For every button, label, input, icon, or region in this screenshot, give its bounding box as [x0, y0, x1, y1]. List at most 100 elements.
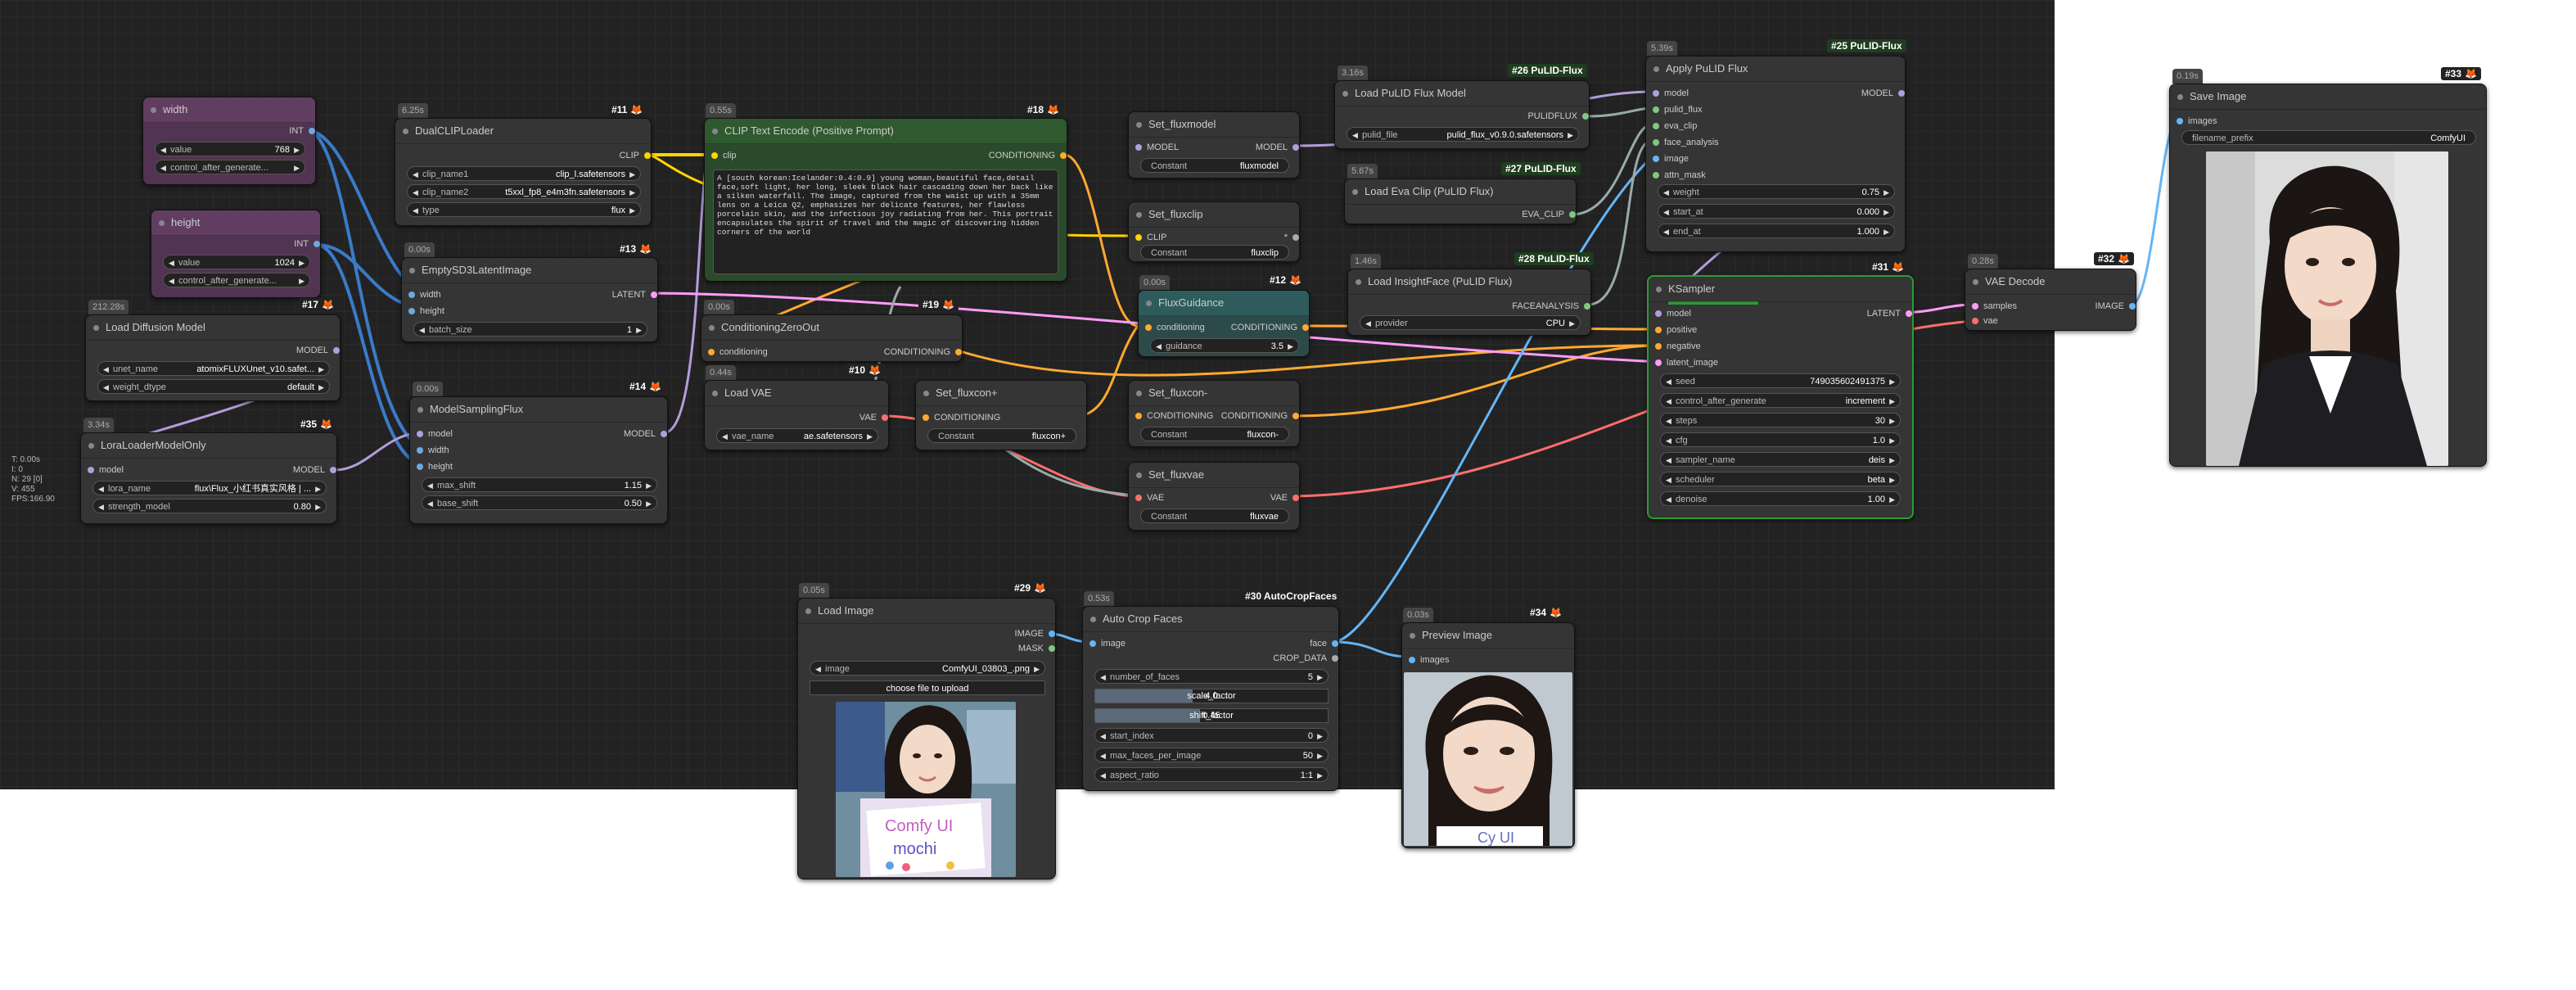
- input-conditioning[interactable]: conditioning: [1145, 320, 1205, 335]
- output-face[interactable]: face: [1270, 636, 1338, 651]
- node-title[interactable]: Preview Image: [1402, 623, 1574, 649]
- node-apply-pulid-flux[interactable]: Apply PuLID Flux model pulid_flux eva_cl…: [1645, 56, 1906, 252]
- node-auto-crop-faces[interactable]: Auto Crop Faces image face CROP_DATA ◀ nu…: [1082, 606, 1339, 791]
- node-title[interactable]: ModelSamplingFlux: [410, 397, 667, 423]
- collapse-dot[interactable]: [1653, 66, 1659, 72]
- input-model[interactable]: model: [1655, 306, 1691, 321]
- node-load-insightface[interactable]: Load InsightFace (PuLID Flux) FACEANALYS…: [1347, 269, 1591, 336]
- value-widget[interactable]: ◀ value 1024 ▶: [163, 255, 310, 269]
- input-clip[interactable]: CLIP: [1135, 230, 1166, 245]
- input-vae[interactable]: VAE: [1135, 490, 1164, 505]
- end-at-widget[interactable]: ◀ end_at 1.000 ▶: [1658, 224, 1895, 238]
- node-title[interactable]: VAE Decode: [1965, 269, 2136, 295]
- base-shift-widget[interactable]: ◀ base_shift 0.50 ▶: [422, 495, 657, 510]
- constant-widget[interactable]: Constant fluxcon+: [927, 428, 1076, 443]
- node-title[interactable]: CLIP Text Encode (Positive Prompt): [705, 119, 1067, 144]
- input-samples[interactable]: samples: [1972, 299, 2017, 314]
- pulid-file-widget[interactable]: ◀ pulid_file pulid_flux_v0.9.0.safetensors…: [1347, 127, 1579, 142]
- number-of-faces-widget[interactable]: ◀ number_of_faces 5 ▶: [1094, 669, 1329, 684]
- node-preview-image[interactable]: Preview Image images Cy UI: [1401, 622, 1575, 848]
- input-pulid-flux[interactable]: pulid_flux: [1653, 102, 1702, 117]
- collapse-dot[interactable]: [2177, 94, 2183, 100]
- node-ksampler[interactable]: KSampler model positive negative latent_…: [1647, 275, 1914, 519]
- input-width[interactable]: width: [408, 287, 441, 302]
- seed-widget[interactable]: ◀ seed 749035602491375 ▶: [1660, 373, 1901, 388]
- node-clip-text-encode[interactable]: CLIP Text Encode (Positive Prompt) clip …: [704, 118, 1067, 282]
- filename-prefix-widget[interactable]: filename_prefix ComfyUI: [2181, 130, 2476, 145]
- node-dualcliploader[interactable]: DualCLIPLoader CLIP ◀ clip_name1 clip_l.sa…: [395, 118, 652, 226]
- input-images[interactable]: images: [2177, 114, 2217, 129]
- node-title[interactable]: DualCLIPLoader: [395, 119, 651, 144]
- node-title[interactable]: Auto Crop Faces: [1083, 607, 1338, 632]
- output-model[interactable]: MODEL: [246, 343, 340, 358]
- input-model[interactable]: model: [417, 427, 453, 441]
- node-load-pulid-flux-model[interactable]: Load PuLID Flux Model PULIDFLUX ◀ pulid_f…: [1334, 80, 1590, 149]
- node-title[interactable]: Set_fluxcon-: [1129, 381, 1299, 406]
- node-conditioning-zero-out[interactable]: ConditioningZeroOut conditioning CONDITI…: [701, 314, 963, 362]
- collapse-dot[interactable]: [1410, 633, 1415, 639]
- node-title[interactable]: Save Image: [2170, 84, 2486, 110]
- collapse-dot[interactable]: [1146, 301, 1152, 306]
- collapse-dot[interactable]: [712, 129, 718, 134]
- node-title[interactable]: Set_fluxvae: [1129, 463, 1299, 488]
- output-latent[interactable]: LATENT: [1835, 306, 1912, 321]
- output-int[interactable]: INT: [238, 124, 315, 138]
- collapse-dot[interactable]: [1136, 472, 1142, 478]
- output-model[interactable]: MODEL: [590, 427, 667, 441]
- output-faceanalysis[interactable]: FACEANALYSIS: [1481, 299, 1590, 314]
- input-conditioning[interactable]: conditioning: [708, 345, 768, 359]
- output-conditioning[interactable]: CONDITIONING: [1214, 409, 1299, 423]
- node-title[interactable]: height: [151, 210, 320, 236]
- output-conditioning[interactable]: CONDITIONING: [1216, 320, 1309, 335]
- input-negative[interactable]: negative: [1655, 339, 1701, 354]
- node-model-sampling-flux[interactable]: ModelSamplingFlux model width height MOD…: [409, 396, 668, 524]
- collapse-dot[interactable]: [417, 407, 423, 413]
- input-face-analysis[interactable]: face_analysis: [1653, 135, 1719, 150]
- collapse-dot[interactable]: [1352, 189, 1358, 195]
- node-title[interactable]: KSampler: [1649, 277, 1912, 302]
- node-lora-loader[interactable]: LoraLoaderModelOnly model MODEL ◀ lora_na…: [80, 432, 337, 524]
- node-title[interactable]: FluxGuidance: [1139, 291, 1309, 316]
- node-title[interactable]: EmptySD3LatentImage: [402, 258, 657, 283]
- node-load-diffusion-model[interactable]: Load Diffusion Model MODEL ◀ unet_name ato…: [85, 314, 341, 401]
- type-widget[interactable]: ◀ type flux ▶: [407, 202, 641, 217]
- output-vae[interactable]: VAE: [828, 410, 888, 425]
- output-image-preview[interactable]: [2206, 151, 2448, 466]
- unet-name-widget[interactable]: ◀ unet_name atomixFLUXUnet_v10.safet... ▶: [97, 361, 330, 376]
- aspect-ratio-widget[interactable]: ◀ aspect_ratio 1:1 ▶: [1094, 767, 1329, 782]
- node-title[interactable]: Load VAE: [705, 381, 888, 406]
- input-model[interactable]: model: [88, 463, 124, 477]
- input-image[interactable]: image: [1653, 151, 1689, 166]
- constant-widget[interactable]: Constant fluxcon-: [1140, 427, 1289, 441]
- node-save-image[interactable]: Save Image images filename_prefix ComfyUI: [2169, 84, 2487, 467]
- max-faces-widget[interactable]: ◀ max_faces_per_image 50 ▶: [1094, 748, 1329, 762]
- shift-factor-slider[interactable]: shift_factor 0.45: [1094, 708, 1329, 723]
- input-images[interactable]: images: [1409, 653, 1449, 667]
- collapse-dot[interactable]: [1136, 391, 1142, 396]
- output-crop-data[interactable]: CROP_DATA: [1245, 651, 1338, 666]
- collapse-dot[interactable]: [1342, 91, 1348, 97]
- node-empty-latent[interactable]: EmptySD3LatentImage width height LATENT …: [401, 257, 658, 342]
- output-latent[interactable]: LATENT: [580, 287, 657, 302]
- control-widget[interactable]: ◀ control_after_generate... ▶: [155, 160, 305, 174]
- upload-button[interactable]: choose file to upload: [810, 680, 1045, 695]
- node-set-fluxcon-plus[interactable]: Set_fluxcon+ CONDITIONING Constant fluxco…: [915, 380, 1087, 450]
- output-any[interactable]: *: [1255, 230, 1299, 245]
- output-int[interactable]: INT: [243, 237, 320, 251]
- output-conditioning[interactable]: CONDITIONING: [949, 148, 1067, 163]
- node-title[interactable]: Load Diffusion Model: [86, 315, 340, 341]
- input-clip[interactable]: clip: [711, 148, 737, 163]
- node-vae-decode[interactable]: VAE Decode samples vae IMAGE: [1965, 269, 2136, 331]
- input-eva-clip[interactable]: eva_clip: [1653, 119, 1697, 133]
- collapse-dot[interactable]: [712, 391, 718, 396]
- strength-widget[interactable]: ◀ strength_model 0.80 ▶: [92, 499, 327, 513]
- clip-name2-widget[interactable]: ◀ clip_name2 t5xxl_fp8_e4m3fn.safetensors ▶: [407, 184, 641, 199]
- output-pulidflux[interactable]: PULIDFLUX: [1496, 109, 1589, 124]
- input-model[interactable]: MODEL: [1135, 140, 1179, 155]
- batch-size-widget[interactable]: ◀ batch_size 1 ▶: [413, 322, 647, 337]
- node-title[interactable]: ConditioningZeroOut: [702, 315, 962, 341]
- node-title[interactable]: Load PuLID Flux Model: [1335, 81, 1589, 106]
- collapse-dot[interactable]: [409, 268, 415, 273]
- node-title[interactable]: Set_fluxcon+: [916, 381, 1086, 406]
- collapse-dot[interactable]: [805, 608, 811, 614]
